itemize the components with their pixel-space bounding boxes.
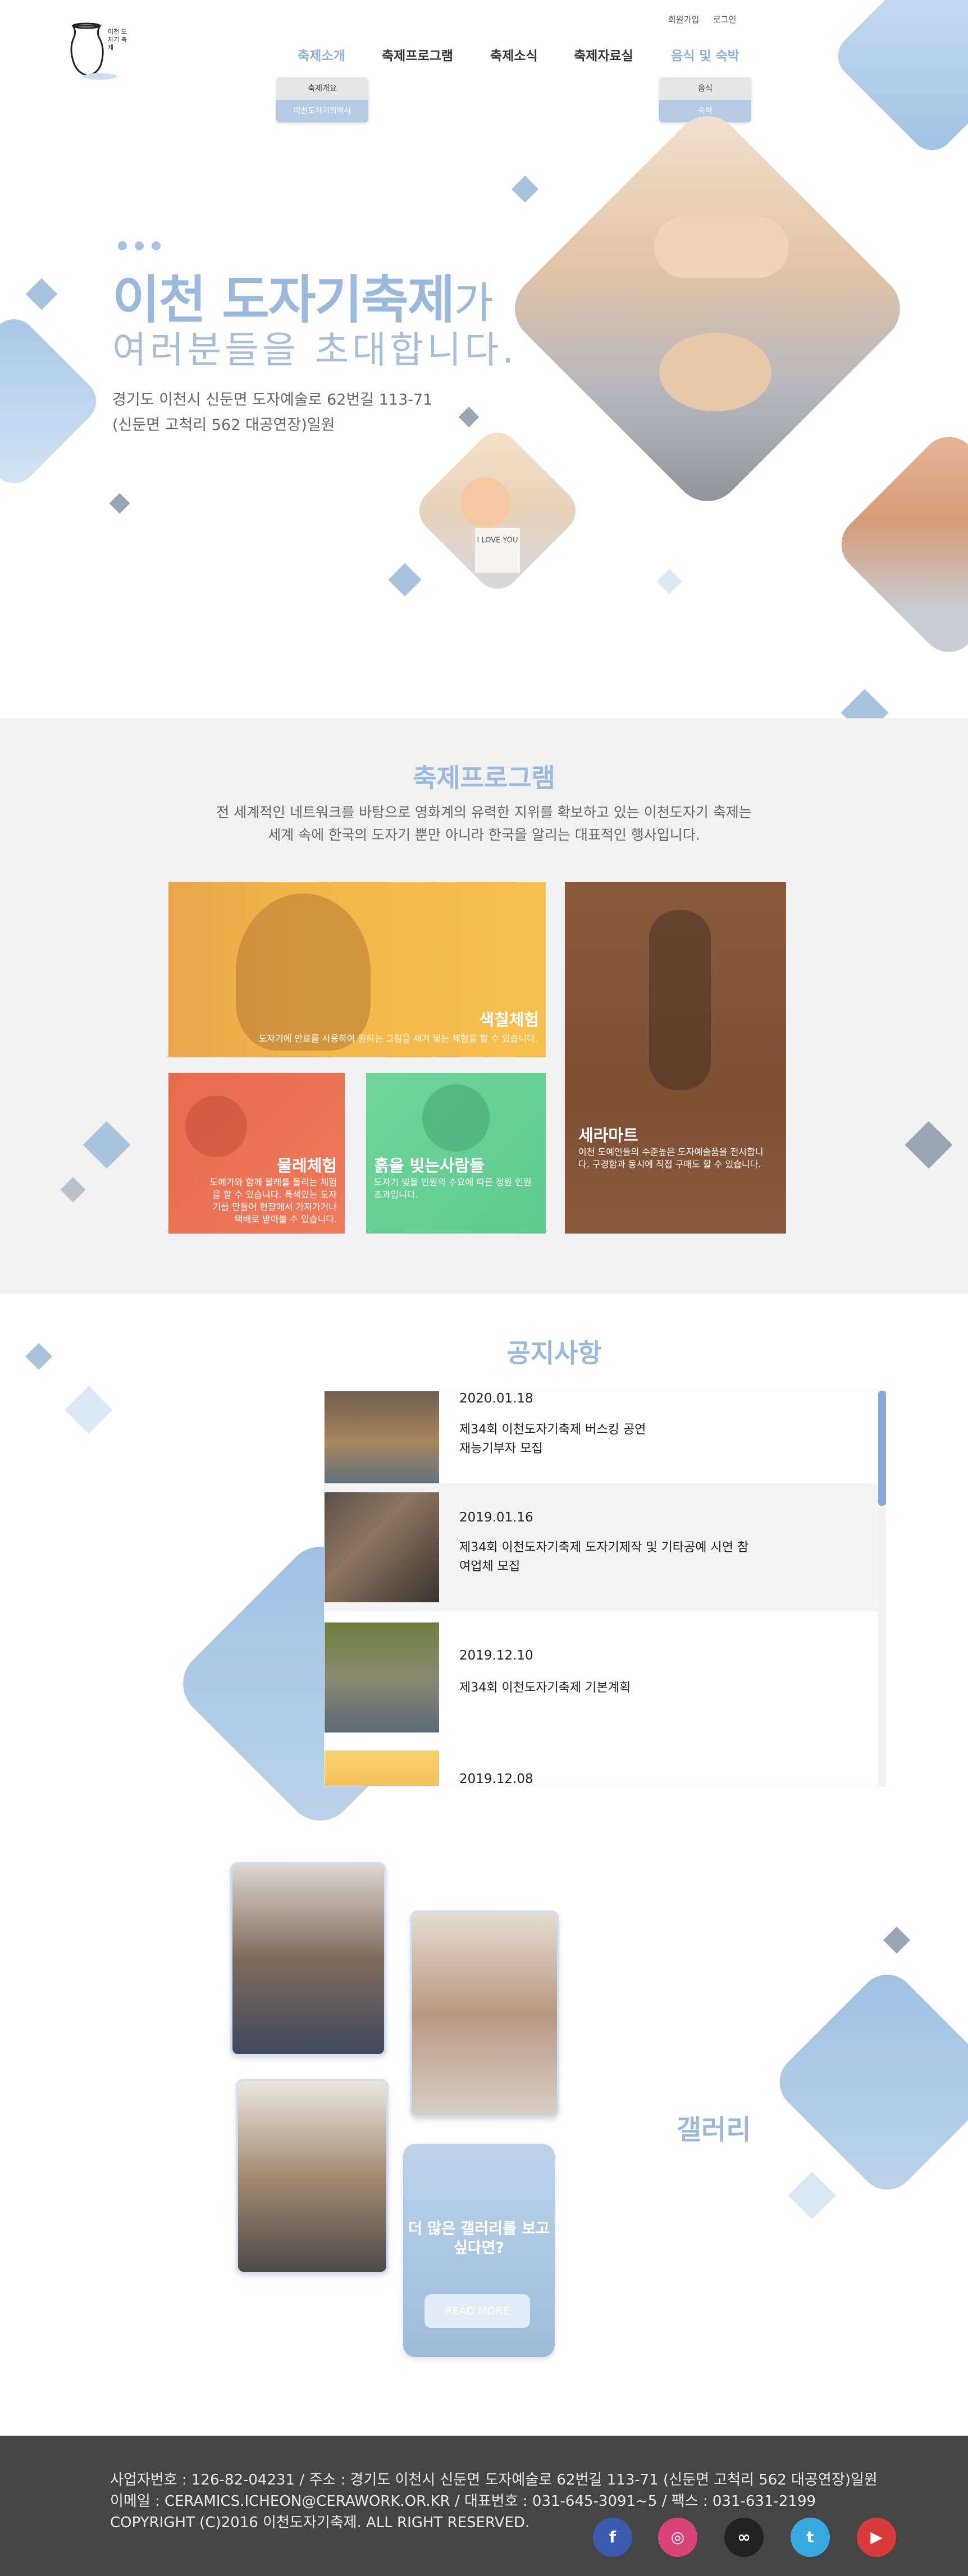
decor-diamond xyxy=(883,1926,911,1954)
hero-main-photo xyxy=(501,102,914,515)
footer-contact: 이메일 : CERAMICS.ICHEON@CERAWORK.OR.KR / 대… xyxy=(110,2493,816,2510)
decor-diamond-large xyxy=(768,1963,968,2202)
notice-title-text: 제34회 이천도자기축제 버스킹 공연 재능기부자 모집 xyxy=(459,1423,646,1456)
decor-diamond xyxy=(788,2171,836,2220)
decor-diamond xyxy=(25,278,58,310)
hero-address-line1: 경기도 이천시 신둔면 도자예술로 62번길 113-71 xyxy=(112,391,433,409)
notice-date: 2019.01.16 xyxy=(459,1510,533,1525)
notice-date: 2019.12.08 xyxy=(459,1772,533,1786)
notice-date: 2020.01.18 xyxy=(459,1391,533,1406)
sculpture-shape xyxy=(649,910,711,1090)
children-shape xyxy=(422,1084,490,1152)
card-name: 세라마트 xyxy=(578,1126,638,1145)
gallery-more-text: 더 많은 갤러리를 보고 싶다면? xyxy=(408,2220,550,2257)
site-logo[interactable]: 이천 도자기 축제 xyxy=(66,20,128,82)
card-name: 물레체험 xyxy=(277,1156,337,1175)
pottery-shape xyxy=(659,333,772,412)
card-desc: 도자기 빚을 인원의 수요에 따른 정원 인원 초과입니다. xyxy=(374,1177,532,1200)
program-desc-2: 세계 속에 한국의 도자기 뿐만 아니라 한국을 알리는 대표적인 행사입니다. xyxy=(268,827,700,843)
hero-address-line2: (신둔면 고척리 562 대공연장)일원 xyxy=(112,416,335,434)
card-name: 색칠체험 xyxy=(479,1010,539,1029)
gallery-photo[interactable] xyxy=(230,1862,386,2056)
footer-address: 사업자번호 : 126-82-04231 / 주소 : 경기도 이천시 신둔면 … xyxy=(110,2472,878,2488)
decor-diamond xyxy=(388,563,422,597)
hero-dots xyxy=(118,241,168,253)
decor-diamond xyxy=(65,1386,113,1434)
nav-food-lodging[interactable]: 음식 및 숙박 xyxy=(671,45,739,64)
child-face-shape xyxy=(460,477,511,528)
signup-link[interactable]: 회원가입 xyxy=(668,13,699,25)
decor-diamond xyxy=(109,493,130,514)
notice-item[interactable]: 2019.12.10 제34회 이천도자기축제 기본계획 xyxy=(325,1614,880,1741)
program-card-wheel[interactable]: 물레체험 도예가와 함께 물레를 돌리는 체험을 할 수 있습니다. 특색있는 … xyxy=(168,1073,345,1234)
program-card-ceramart[interactable]: 세라마트 이천 도예인들의 수준높은 도자예술품을 전시합니다. 구경함과 동시… xyxy=(565,882,786,1234)
notice-item[interactable]: 2019.01.16 제34회 이천도자기축제 도자기제작 및 기타공예 시연 … xyxy=(325,1483,880,1611)
sign-board: I LOVE YOU xyxy=(475,528,520,573)
notice-title-text: 제34회 이천도자기축제 도자기제작 및 기타공예 시연 참여업체 모집 xyxy=(459,1541,749,1574)
youtube-icon[interactable]: ▶ xyxy=(857,2518,896,2557)
notice-thumb xyxy=(325,1622,439,1732)
submenu-intro: 축제개요 이천도자기의역사 xyxy=(276,77,368,122)
gallery-photo[interactable] xyxy=(410,1910,559,2118)
child-shape xyxy=(185,1096,247,1157)
read-more-button[interactable]: READ MORE xyxy=(424,2294,530,2328)
notice-thumb xyxy=(325,1391,439,1497)
hands-shape xyxy=(654,216,789,278)
card-name: 흙을 빚는사람들 xyxy=(374,1156,485,1175)
login-link[interactable]: 로그인 xyxy=(713,13,736,25)
twitter-icon[interactable]: t xyxy=(791,2518,830,2557)
program-card-clay[interactable]: 흙을 빚는사람들 도자기 빚을 인원의 수요에 따른 정원 인원 초과입니다. xyxy=(366,1073,546,1234)
logo-text: 이천 도자기 축제 xyxy=(108,28,127,51)
submenu-history[interactable]: 이천도자기의역사 xyxy=(276,100,368,122)
nav-festival-intro[interactable]: 축제소개 xyxy=(298,45,345,64)
program-title: 축제프로그램 xyxy=(413,763,555,793)
notice-date: 2019.12.10 xyxy=(459,1648,533,1663)
notice-thumb xyxy=(325,1492,439,1602)
notice-item[interactable]: 2019.12.08 xyxy=(325,1741,880,1786)
card-desc: 도예가와 함께 물레를 돌리는 체험을 할 수 있습니다. 특색있는 도자기를 … xyxy=(209,1177,337,1225)
notice-list[interactable]: 2020.01.18 제34회 이천도자기축제 버스킹 공연 재능기부자 모집 … xyxy=(324,1391,885,1786)
decor-diamond xyxy=(829,0,968,159)
card-desc: 이천 도예인들의 수준높은 도자예술품을 전시합니다. 구경함과 동시에 직접 … xyxy=(578,1147,764,1170)
submenu-food-item[interactable]: 음식 xyxy=(659,77,751,100)
card-desc: 도자기에 안료를 사용하여 원하는 그림을 새겨 넣는 체험을 할 수 있습니다… xyxy=(258,1033,538,1044)
program-card-painting[interactable]: 색칠체험 도자기에 안료를 사용하여 원하는 그림을 새겨 넣는 체험을 할 수… xyxy=(168,882,546,1057)
nav-festival-news[interactable]: 축제소식 xyxy=(490,45,538,64)
gallery-photo[interactable] xyxy=(236,2079,389,2274)
notice-title-text: 제34회 이천도자기축제 기본계획 xyxy=(459,1681,631,1695)
gallery-title: 갤러리 xyxy=(677,2114,751,2146)
program-desc-1: 전 세계적인 네트워크를 바탕으로 영화계의 유력한 지위를 확보하고 있는 이… xyxy=(216,804,752,821)
nav-festival-program[interactable]: 축제프로그램 xyxy=(382,45,453,64)
decor-diamond xyxy=(511,175,539,203)
decor-diamond xyxy=(458,406,480,428)
artist-shape xyxy=(236,893,371,1051)
submenu-overview[interactable]: 축제개요 xyxy=(276,77,368,100)
instagram-icon[interactable]: ◎ xyxy=(658,2518,697,2557)
notice-title: 공지사항 xyxy=(506,1338,602,1368)
footer-copyright: COPYRIGHT (C)2016 이천도자기축제. ALL RIGHT RES… xyxy=(110,2514,530,2531)
decor-diamond xyxy=(0,310,106,493)
notice-scroll-thumb[interactable] xyxy=(878,1391,886,1506)
hero-child-photo: I LOVE YOU xyxy=(410,423,585,598)
decor-diamond xyxy=(656,569,682,594)
hero-side-photo xyxy=(829,425,968,664)
notice-thumb xyxy=(325,1750,439,1786)
facebook-icon[interactable]: f xyxy=(593,2518,632,2557)
hero-subtitle: 여러분들을 초대합니다. xyxy=(112,328,518,372)
link-icon[interactable]: ∞ xyxy=(724,2518,764,2557)
nav-festival-archive[interactable]: 축제자료실 xyxy=(574,45,633,64)
